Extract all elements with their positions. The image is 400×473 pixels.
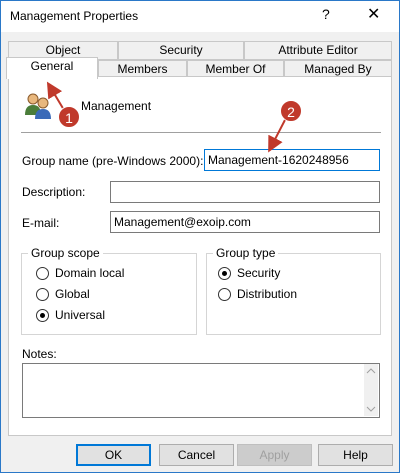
arrow-to-group-name xyxy=(268,117,287,153)
annotation-arrows xyxy=(46,81,287,153)
arrow-to-general-tab xyxy=(46,81,65,111)
properties-dialog: Management Properties ? ✕ Object Securit… xyxy=(0,0,400,473)
annotation-badge-1: 1 xyxy=(58,106,80,128)
annotation-badge-2: 2 xyxy=(280,100,302,122)
